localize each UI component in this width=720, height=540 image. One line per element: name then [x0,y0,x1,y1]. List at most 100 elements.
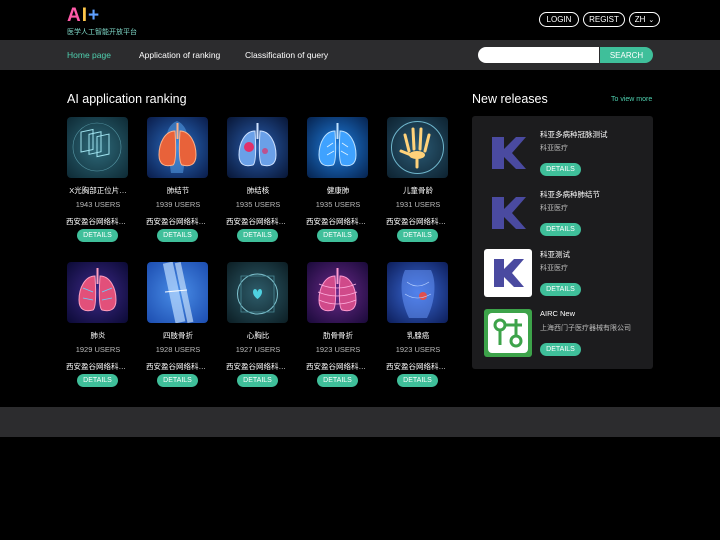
hand-bone-icon[interactable] [387,117,448,178]
user-count: 1935 USERS [315,200,361,209]
app-name[interactable]: 心胸比 [221,330,295,341]
app-name[interactable]: 儿童骨龄 [381,185,455,196]
rib-fracture-icon[interactable] [307,262,368,323]
app-organization: 西安盈谷网络科… [66,217,126,226]
app-name[interactable]: 肋骨骨折 [301,330,375,341]
footer [0,407,720,437]
user-count: 1923 USERS [395,345,441,354]
app-name[interactable]: 乳腺癌 [381,330,455,341]
details-button[interactable]: DETAILS [157,229,198,242]
language-value: ZH [634,15,646,24]
ranking-card[interactable]: 乳腺癌 1923 USERS 西安盈谷网络科… DETAILS [386,262,449,396]
releases-title: New releases [472,92,548,106]
ranking-card[interactable]: X光胸部正位片… 1943 USERS 西安盈谷网络科… DETAILS [66,117,129,251]
app-name[interactable]: 肺炎 [61,330,135,341]
details-button[interactable]: DETAILS [397,229,438,242]
search-input[interactable] [478,47,599,63]
view-more-link[interactable]: To view more [611,96,652,103]
search-button[interactable]: SEARCH [600,47,653,63]
details-button[interactable]: DETAILS [317,229,358,242]
release-organization: 科亚医疗 [540,265,568,272]
language-select[interactable]: ZH ⌄ [629,12,660,27]
ranking-card[interactable]: 肺结节 1939 USERS 西安盈谷网络科… DETAILS [146,117,209,251]
user-count: 1929 USERS [75,345,121,354]
app-name[interactable]: 四肢骨折 [141,330,215,341]
releases-panel: 科亚多病种冠脉测试 科亚医疗 DETAILS 科亚多病种肺结节 科亚医疗 DET… [472,116,653,369]
user-count: 1935 USERS [235,200,281,209]
details-button[interactable]: DETAILS [540,163,581,176]
app-organization: 西安盈谷网络科… [226,217,286,226]
ranking-title: AI application ranking [67,92,187,106]
details-button[interactable]: DETAILS [540,283,581,296]
user-count: 1927 USERS [235,345,281,354]
app-name[interactable]: 健康肺 [301,185,375,196]
details-button[interactable]: DETAILS [540,343,581,356]
app-organization: 西安盈谷网络科… [386,362,446,371]
logo-mark: AI+ [67,5,101,26]
release-item[interactable]: 科亚多病种肺结节 科亚医疗 DETAILS [484,189,649,245]
details-button[interactable]: DETAILS [157,374,198,387]
release-name[interactable]: 科亚多病种肺结节 [540,189,600,200]
limb-fracture-icon[interactable] [147,262,208,323]
keya-logo-icon[interactable] [484,189,532,237]
ranking-card[interactable]: 四肢骨折 1928 USERS 西安盈谷网络科… DETAILS [146,262,209,396]
app-name[interactable]: 肺结核 [221,185,295,196]
release-name[interactable]: AIRC New [540,309,575,318]
details-button[interactable]: DETAILS [77,229,118,242]
user-count: 1923 USERS [315,345,361,354]
airc-logo-icon[interactable] [484,309,532,357]
app-organization: 西安盈谷网络科… [306,217,366,226]
release-organization: 上海西门子医疗器械有限公司 [540,325,631,332]
login-button[interactable]: LOGIN [539,12,579,27]
app-name[interactable]: 肺结节 [141,185,215,196]
logo-subtitle: 医学人工智能开放平台 [67,29,137,36]
details-button[interactable]: DETAILS [317,374,358,387]
nav-classification[interactable]: Classification of query [245,50,328,60]
keya-logo-icon[interactable] [484,129,532,177]
pneumonia-icon[interactable] [67,262,128,323]
user-count: 1943 USERS [75,200,121,209]
app-organization: 西安盈谷网络科… [306,362,366,371]
details-button[interactable]: DETAILS [397,374,438,387]
release-item[interactable]: 科亚多病种冠脉测试 科亚医疗 DETAILS [484,129,649,185]
release-item[interactable]: AIRC New 上海西门子医疗器械有限公司 DETAILS [484,309,649,365]
release-organization: 科亚医疗 [540,205,568,212]
ranking-card[interactable]: 肺结核 1935 USERS 西安盈谷网络科… DETAILS [226,117,289,251]
ranking-card[interactable]: 肋骨骨折 1923 USERS 西安盈谷网络科… DETAILS [306,262,369,396]
user-count: 1928 USERS [155,345,201,354]
chest-xray-icon[interactable] [67,117,128,178]
release-organization: 科亚医疗 [540,145,568,152]
release-name[interactable]: 科亚多病种冠脉测试 [540,129,608,140]
release-item[interactable]: 科亚测试 科亚医疗 DETAILS [484,249,649,305]
ranking-card[interactable]: 心胸比 1927 USERS 西安盈谷网络科… DETAILS [226,262,289,396]
app-organization: 西安盈谷网络科… [146,362,206,371]
user-count: 1939 USERS [155,200,201,209]
site-logo[interactable]: AI+ 医学人工智能开放平台 [67,6,147,38]
header-actions: LOGIN REGIST ZH ⌄ [539,12,660,28]
breast-cancer-icon[interactable] [387,262,448,323]
user-count: 1931 USERS [395,200,441,209]
app-organization: 西安盈谷网络科… [66,362,126,371]
ranking-card[interactable]: 健康肺 1935 USERS 西安盈谷网络科… DETAILS [306,117,369,251]
app-organization: 西安盈谷网络科… [226,362,286,371]
details-button[interactable]: DETAILS [77,374,118,387]
nav-ranking[interactable]: Application of ranking [139,50,220,60]
app-organization: 西安盈谷网络科… [386,217,446,226]
ranking-card[interactable]: 儿童骨龄 1931 USERS 西安盈谷网络科… DETAILS [386,117,449,251]
release-name[interactable]: 科亚测试 [540,249,570,260]
app-name[interactable]: X光胸部正位片… [61,185,135,196]
chevron-down-icon: ⌄ [648,16,655,24]
top-header: AI+ 医学人工智能开放平台 LOGIN REGIST ZH ⌄ [0,0,720,40]
nav-home[interactable]: Home page [67,50,111,60]
keya-logo-icon[interactable] [484,249,532,297]
details-button[interactable]: DETAILS [237,374,278,387]
details-button[interactable]: DETAILS [540,223,581,236]
tuberculosis-icon[interactable] [227,117,288,178]
healthy-lung-icon[interactable] [307,117,368,178]
ranking-card[interactable]: 肺炎 1929 USERS 西安盈谷网络科… DETAILS [66,262,129,396]
lung-nodule-icon[interactable] [147,117,208,178]
regist-button[interactable]: REGIST [583,12,625,27]
details-button[interactable]: DETAILS [237,229,278,242]
cardiothoracic-icon[interactable] [227,262,288,323]
app-organization: 西安盈谷网络科… [146,217,206,226]
